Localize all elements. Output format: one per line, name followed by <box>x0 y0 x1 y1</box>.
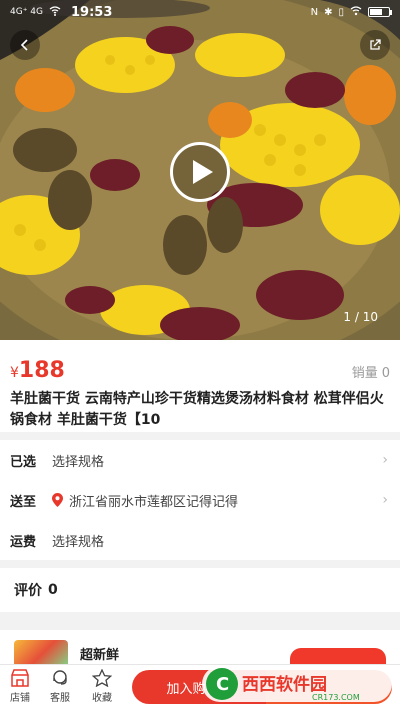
bluetooth-icon: ✱ <box>324 6 333 18</box>
reviews-section[interactable]: 评价 0 <box>0 568 400 612</box>
image-counter: 1 / 10 <box>343 310 378 324</box>
location-pin-icon <box>52 493 63 507</box>
store-icon <box>11 669 29 687</box>
favorite-tab[interactable]: 收藏 <box>82 669 122 704</box>
reviews-label: 评价 <box>14 583 42 599</box>
chevron-right-icon: › <box>382 452 388 468</box>
wifi-icon <box>350 5 362 19</box>
spec-selector[interactable]: 已选 选择规格 › <box>0 440 400 480</box>
customer-service-tab[interactable]: 客服 <box>40 669 80 704</box>
signal-indicator: 4G⁺ 4G <box>10 7 44 17</box>
headset-icon <box>53 670 67 685</box>
reviews-count: 0 <box>48 582 58 598</box>
product-info: ¥188 销量 0 羊肚菌干货 云南特产山珍干货精选煲汤材料食材 松茸伴侣火锅食材… <box>0 340 400 432</box>
sales-value: 0 <box>381 366 390 381</box>
chevron-left-icon <box>20 39 28 51</box>
store-tab[interactable]: 店铺 <box>0 669 40 704</box>
freight-value: 选择规格 <box>52 534 105 550</box>
price-value: 188 <box>18 358 65 383</box>
favorite-label: 收藏 <box>92 693 112 704</box>
shipping-address[interactable]: 送至 浙江省丽水市莲都区记得记得 › <box>0 480 400 520</box>
svg-text:C: C <box>216 674 229 695</box>
product-video-cover[interactable]: 4G⁺ 4G 19:53 N ✱ ▯ 1 / 10 <box>0 0 400 340</box>
currency-symbol: ¥ <box>10 365 19 381</box>
share-button[interactable] <box>360 30 390 60</box>
selected-value: 选择规格 <box>52 454 105 470</box>
sales-count: 销量 0 <box>352 362 390 381</box>
options-panel: 已选 选择规格 › 送至 浙江省丽水市莲都区记得记得 › 运费 选择规格 <box>0 440 400 560</box>
play-video-button[interactable] <box>170 142 230 202</box>
share-icon <box>370 39 381 50</box>
chevron-right-icon: › <box>382 492 388 508</box>
shop-name: 超新鲜 <box>80 648 120 663</box>
product-title: 羊肚菌干货 云南特产山珍干货精选煲汤材料食材 松茸伴侣火锅食材 羊肚菌干货【10 <box>10 391 384 428</box>
play-icon <box>193 160 213 184</box>
service-label: 客服 <box>50 693 70 704</box>
ship-to-label: 送至 <box>10 494 37 510</box>
wifi-icon <box>49 5 61 19</box>
price: ¥188 <box>10 358 65 383</box>
ship-to-value: 浙江省丽水市莲都区记得记得 <box>69 494 239 510</box>
site-watermark-logo: C 西西软件园 CR173.COM <box>202 666 392 702</box>
clock: 19:53 <box>71 4 113 20</box>
sales-label: 销量 <box>351 366 378 381</box>
freight-label: 运费 <box>10 534 37 550</box>
star-icon <box>92 669 112 687</box>
freight-row[interactable]: 运费 选择规格 <box>0 520 400 560</box>
back-button[interactable] <box>10 30 40 60</box>
nfc-icon: N <box>310 6 319 18</box>
battery-icon <box>368 7 392 17</box>
selected-label: 已选 <box>10 454 37 470</box>
status-bar: 4G⁺ 4G 19:53 N ✱ ▯ <box>0 0 400 24</box>
store-label: 店铺 <box>10 693 30 704</box>
product-detail-page: 4G⁺ 4G 19:53 N ✱ ▯ 1 / 10 ¥188 销量 0 羊肚菌干… <box>0 0 400 710</box>
svg-text:西西软件园: 西西软件园 <box>242 674 327 695</box>
vibrate-icon: ▯ <box>338 6 344 18</box>
svg-text:CR173.COM: CR173.COM <box>312 693 360 702</box>
